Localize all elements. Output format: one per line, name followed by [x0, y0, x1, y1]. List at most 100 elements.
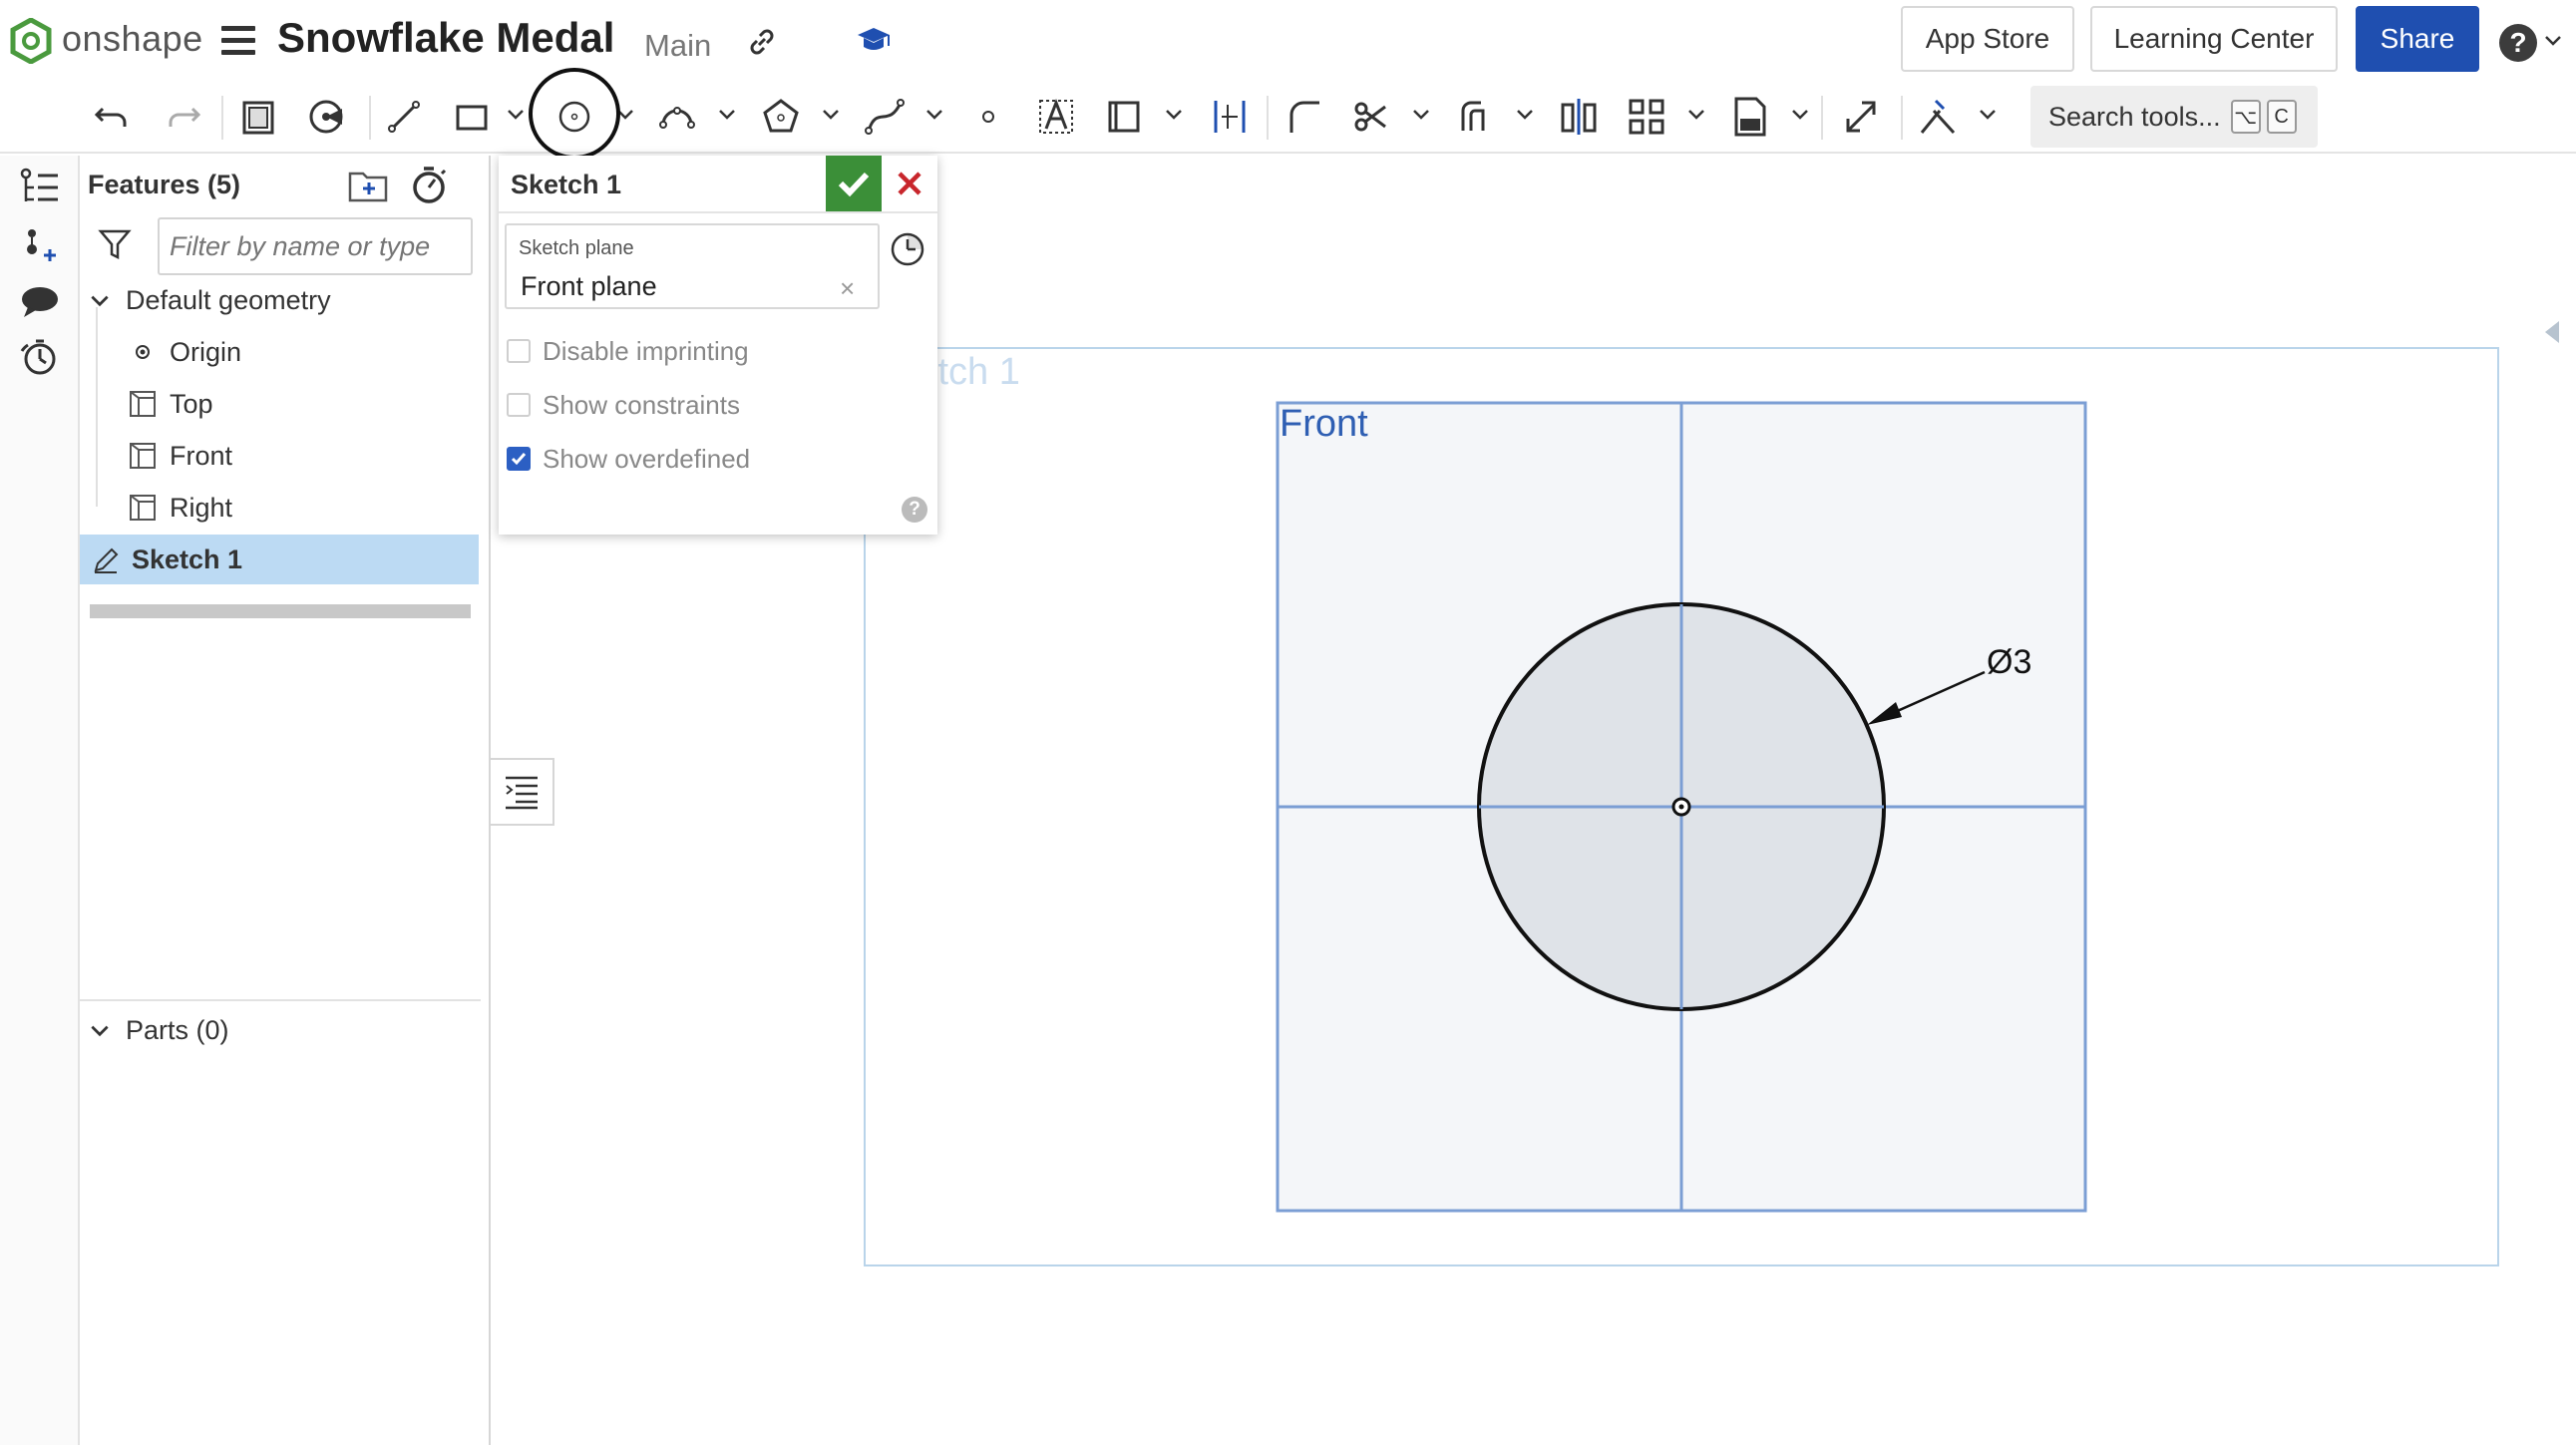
- checkmark-icon: [838, 172, 870, 197]
- offset-options-chevron-icon[interactable]: [1514, 104, 1536, 126]
- clock-history-icon[interactable]: [888, 229, 927, 269]
- default-geometry-label: Default geometry: [126, 284, 331, 315]
- spline-options-chevron-icon[interactable]: [923, 104, 945, 126]
- feature-top-plane[interactable]: Top: [80, 379, 479, 429]
- cancel-button[interactable]: [882, 156, 937, 211]
- sketch-icon[interactable]: [233, 92, 283, 142]
- dialog-title: Sketch 1: [511, 170, 622, 199]
- mirror-icon[interactable]: [1554, 92, 1604, 142]
- menu-icon[interactable]: [221, 26, 255, 56]
- feature-front-plane[interactable]: Front: [80, 431, 479, 481]
- feature-sketch-1[interactable]: Sketch 1: [80, 535, 479, 584]
- chevron-down-icon[interactable]: [88, 1019, 112, 1043]
- fillet-icon[interactable]: [1279, 92, 1328, 142]
- parts-label: Parts (0): [126, 1014, 229, 1045]
- list-collapse-icon: [506, 776, 538, 810]
- trim-icon[interactable]: [1346, 92, 1396, 142]
- construction-options-chevron-icon[interactable]: [1163, 104, 1185, 126]
- rectangle-options-chevron-icon[interactable]: [505, 104, 527, 126]
- disable-imprinting-option[interactable]: Disable imprinting: [507, 331, 749, 371]
- rollback-timer-icon[interactable]: [409, 164, 449, 205]
- pencil-icon: [94, 547, 119, 573]
- history-timer-icon[interactable]: [18, 335, 62, 379]
- disable-imprinting-checkbox[interactable]: [507, 339, 531, 363]
- arc-icon[interactable]: [652, 92, 702, 142]
- feature-list-panel: Features (5) Default geometry Origin Top…: [80, 156, 491, 1445]
- feature-origin-label: Origin: [170, 336, 242, 367]
- undo-icon[interactable]: [88, 92, 138, 142]
- plane-icon: [130, 443, 156, 469]
- pattern-icon[interactable]: [1622, 92, 1671, 142]
- parts-row[interactable]: Parts (0): [80, 1005, 479, 1055]
- line-icon[interactable]: [379, 92, 429, 142]
- view-normal-icon[interactable]: [301, 92, 351, 142]
- default-geometry-row[interactable]: Default geometry: [80, 275, 479, 325]
- constraint-options-chevron-icon[interactable]: [1977, 104, 1999, 126]
- dxf-icon[interactable]: [1725, 92, 1775, 142]
- show-constraints-checkbox[interactable]: [507, 393, 531, 417]
- text-icon[interactable]: [1031, 92, 1081, 142]
- checkbox-check-icon: [511, 453, 527, 466]
- feature-list-scrollbar[interactable]: [90, 604, 471, 618]
- dialog-help-icon[interactable]: ?: [902, 497, 927, 523]
- onshape-logo-icon[interactable]: [10, 18, 52, 64]
- point-icon[interactable]: [963, 92, 1013, 142]
- filter-icon[interactable]: [98, 227, 132, 261]
- top-bar: onshape Snowflake Medal Main App Store L…: [0, 0, 2576, 82]
- disable-imprinting-label: Disable imprinting: [543, 335, 749, 366]
- search-tools-button[interactable]: Search tools... ⌥ C: [2030, 86, 2318, 148]
- add-folder-icon[interactable]: [347, 168, 389, 203]
- help-icon[interactable]: ?: [2499, 24, 2537, 62]
- feature-top-label: Top: [170, 388, 213, 419]
- chevron-down-icon[interactable]: [88, 289, 112, 313]
- confirm-button[interactable]: [826, 156, 882, 211]
- show-overdefined-option[interactable]: Show overdefined: [507, 439, 750, 479]
- construction-icon[interactable]: [1099, 92, 1149, 142]
- front-plane-label[interactable]: Front: [1280, 403, 1368, 446]
- transform-icon[interactable]: [1837, 92, 1887, 142]
- app-store-button[interactable]: App Store: [1901, 6, 2074, 72]
- learning-center-button[interactable]: Learning Center: [2090, 6, 2338, 72]
- feature-list-icon[interactable]: [18, 166, 62, 209]
- comments-icon[interactable]: [18, 279, 62, 323]
- circle-tool-highlight: [529, 68, 620, 160]
- sketch-plane-label: Sketch plane: [519, 237, 634, 259]
- clear-selection-icon[interactable]: ×: [840, 273, 855, 304]
- chevron-down-icon[interactable]: [2542, 30, 2564, 52]
- polygon-icon[interactable]: [756, 92, 806, 142]
- variable-add-icon[interactable]: [18, 223, 62, 267]
- left-icon-rail: [0, 156, 80, 1445]
- redo-icon[interactable]: [158, 92, 207, 142]
- collapse-panel-button[interactable]: [491, 758, 554, 826]
- offset-icon[interactable]: [1450, 92, 1500, 142]
- sketch-plane-field[interactable]: Sketch plane Front plane ×: [505, 223, 880, 309]
- show-constraints-label: Show constraints: [543, 389, 740, 420]
- polygon-options-chevron-icon[interactable]: [820, 104, 842, 126]
- feature-right-plane[interactable]: Right: [80, 483, 479, 533]
- branch-name[interactable]: Main: [644, 28, 711, 64]
- rectangle-icon[interactable]: [447, 92, 497, 142]
- link-icon[interactable]: [744, 24, 780, 60]
- pattern-options-chevron-icon[interactable]: [1685, 104, 1707, 126]
- features-title: Features (5): [88, 170, 241, 199]
- arc-options-chevron-icon[interactable]: [716, 104, 738, 126]
- constraint-icon[interactable]: [1913, 92, 1963, 142]
- share-button[interactable]: Share: [2356, 6, 2479, 72]
- diameter-dimension[interactable]: Ø3: [1987, 643, 2031, 682]
- document-title[interactable]: Snowflake Medal: [277, 14, 614, 62]
- trim-options-chevron-icon[interactable]: [1410, 104, 1432, 126]
- right-panel-expand-icon[interactable]: [2541, 317, 2563, 347]
- shortcut-key-c: C: [2266, 100, 2297, 134]
- graduation-cap-icon[interactable]: [856, 22, 892, 58]
- shortcut-key-option: ⌥: [2230, 100, 2261, 134]
- feature-origin[interactable]: Origin: [80, 327, 479, 377]
- dimension-icon[interactable]: [1205, 92, 1255, 142]
- spline-icon[interactable]: [860, 92, 910, 142]
- panel-divider: [80, 999, 481, 1001]
- dxf-options-chevron-icon[interactable]: [1789, 104, 1811, 126]
- show-overdefined-label: Show overdefined: [543, 443, 751, 474]
- show-overdefined-checkbox[interactable]: [507, 447, 531, 471]
- feature-filter-input[interactable]: [158, 217, 473, 275]
- show-constraints-option[interactable]: Show constraints: [507, 385, 740, 425]
- origin-icon: [136, 345, 150, 359]
